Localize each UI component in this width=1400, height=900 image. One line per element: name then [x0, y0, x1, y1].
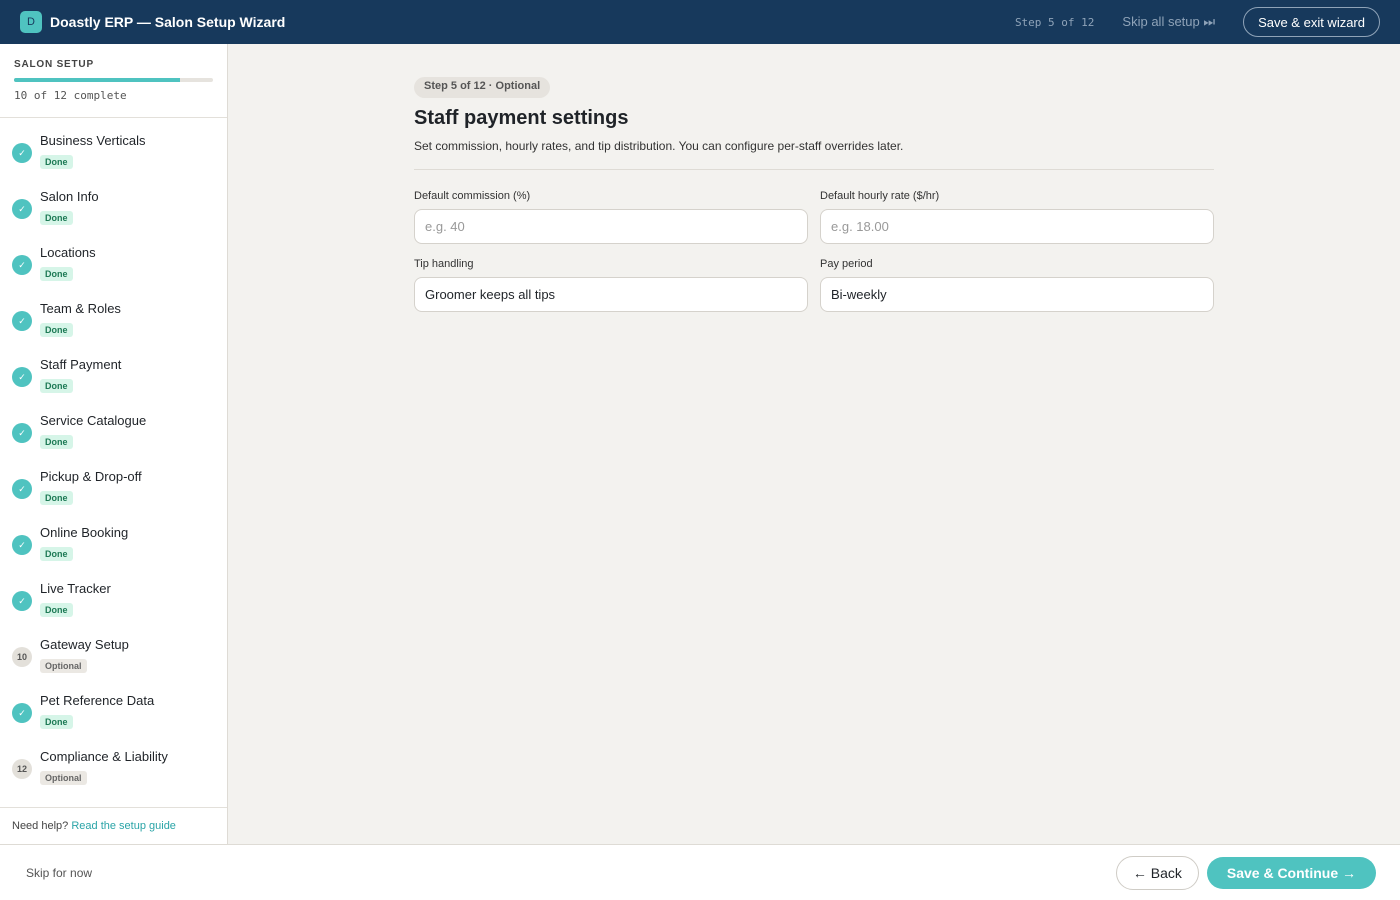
top-bar-actions: Step 5 of 12 Skip all setup ⏭ Save & exi…	[1015, 7, 1380, 37]
save-and-continue-button[interactable]: Save & Continue →	[1206, 856, 1376, 889]
step-status-badge: Optional	[40, 659, 87, 673]
skip-for-now-link[interactable]: Skip for now	[26, 866, 92, 880]
step-status-badge: Done	[40, 379, 73, 393]
sidebar-step-label: Staff Payment	[40, 357, 122, 372]
step-status-badge: Done	[40, 603, 73, 617]
sidebar-step-item[interactable]: ✓ Pet Reference Data Done	[0, 678, 227, 734]
checkmark-icon: ✓	[12, 143, 32, 163]
tip-handling-field-group: Tip handling Groomer keeps all tips	[414, 258, 808, 312]
top-bar: D Doastly ERP — Salon Setup Wizard Step …	[0, 0, 1400, 44]
step-status-badge: Done	[40, 715, 73, 729]
step-status-badge: Done	[40, 435, 73, 449]
pay-period-value: Bi-weekly	[831, 287, 887, 302]
sidebar-step-item[interactable]: ✓ Service Catalogue Done	[0, 398, 227, 454]
section-divider	[414, 169, 1214, 170]
help-text: Need help?	[12, 820, 69, 832]
sidebar-step-item[interactable]: ✓ Pickup & Drop-off Done	[0, 454, 227, 510]
tip-handling-select[interactable]: Groomer keeps all tips	[414, 277, 808, 312]
step-status-badge: Done	[40, 267, 73, 281]
hourly-rate-label: Default hourly rate ($/hr)	[820, 190, 940, 202]
step-status-badge: Done	[40, 155, 73, 169]
commission-field-group: Default commission (%)	[414, 190, 808, 244]
commission-input[interactable]	[414, 209, 808, 244]
step-status-badge: Done	[40, 491, 73, 505]
bottom-action-bar: Skip for now ← Back Save & Continue →	[0, 844, 1400, 900]
step-pill: Step 5 of 12 · Optional	[414, 77, 551, 98]
progress-bar-fill	[14, 78, 180, 82]
step-status-badge: Done	[40, 211, 73, 225]
pay-period-field-group: Pay period Bi-weekly	[820, 258, 1214, 312]
sidebar-step-item[interactable]: ✓ Business Verticals Done	[0, 118, 227, 174]
sidebar-step-item[interactable]: ✓ Online Booking Done	[0, 510, 227, 566]
pay-period-label: Pay period	[820, 258, 873, 270]
step-status-badge: Optional	[40, 771, 87, 785]
payment-form: Default commission (%) Default hourly ra…	[414, 190, 1214, 312]
sidebar-step-item[interactable]: 12 Compliance & Liability Optional	[0, 734, 227, 790]
checkmark-icon: ✓	[12, 423, 32, 443]
step-number-icon: 12	[12, 759, 32, 779]
setup-progress-bar	[14, 78, 213, 82]
skip-all-setup-link[interactable]: Skip all setup ⏭	[1122, 14, 1215, 30]
checkmark-icon: ✓	[12, 591, 32, 611]
sidebar-step-label: Gateway Setup	[40, 637, 129, 652]
checkmark-icon: ✓	[12, 703, 32, 723]
tip-handling-value: Groomer keeps all tips	[425, 287, 556, 302]
sidebar-header: SALON SETUP 10 of 12 complete	[0, 44, 227, 118]
sidebar-step-item[interactable]: ✓ Staff Payment Done	[0, 342, 227, 398]
hourly-rate-field-group: Default hourly rate ($/hr)	[820, 190, 1214, 244]
setup-steps-list: ✓ Business Verticals Done ✓ Salon Info Done ✓ L…	[0, 118, 227, 790]
sidebar-step-label: Pet Reference Data	[40, 693, 155, 708]
sidebar-step-label: Compliance & Liability	[40, 749, 168, 764]
navigation-buttons: ← Back Save & Continue →	[1115, 855, 1376, 890]
step-counter: Step 5 of 12	[1014, 15, 1095, 29]
step-status-badge: Done	[40, 547, 73, 561]
app-title: Doastly ERP — Salon Setup Wizard	[50, 14, 286, 30]
sidebar-step-item[interactable]: 10 Gateway Setup Optional	[0, 622, 227, 678]
checkmark-icon: ✓	[12, 479, 32, 499]
sidebar-step-label: Pickup & Drop-off	[40, 469, 142, 484]
sidebar-step-item[interactable]: ✓ Salon Info Done	[0, 174, 227, 230]
hourly-rate-input[interactable]	[820, 209, 1214, 244]
checkmark-icon: ✓	[12, 255, 32, 275]
checkmark-icon: ✓	[12, 311, 32, 331]
sidebar-step-label: Team & Roles	[40, 301, 121, 316]
setup-sidebar: SALON SETUP 10 of 12 complete ✓ Business …	[0, 44, 228, 844]
sidebar-step-label: Salon Info	[40, 189, 99, 204]
save-and-exit-button[interactable]: Save & exit wizard	[1243, 7, 1380, 37]
sidebar-help: Need help? Read the setup guide	[0, 807, 227, 844]
sidebar-title: SALON SETUP	[14, 59, 94, 70]
progress-text: 10 of 12 complete	[14, 89, 127, 102]
sidebar-step-label: Online Booking	[40, 525, 129, 540]
sidebar-step-label: Live Tracker	[40, 581, 111, 596]
checkmark-icon: ✓	[12, 199, 32, 219]
sidebar-step-label: Service Catalogue	[40, 413, 147, 428]
step-number-icon: 10	[12, 647, 32, 667]
checkmark-icon: ✓	[12, 535, 32, 555]
step-status-badge: Done	[40, 323, 73, 337]
back-button[interactable]: ← Back	[1115, 855, 1199, 890]
page-title: Staff payment settings	[414, 107, 629, 129]
sidebar-step-label: Business Verticals	[40, 133, 146, 148]
commission-label: Default commission (%)	[414, 190, 531, 202]
app-logo: D	[20, 11, 42, 33]
pay-period-select[interactable]: Bi-weekly	[820, 277, 1214, 312]
page-subtitle: Set commission, hourly rates, and tip di…	[414, 139, 904, 153]
sidebar-step-label: Locations	[40, 245, 96, 260]
sidebar-step-item[interactable]: ✓ Live Tracker Done	[0, 566, 227, 622]
main-content: Step 5 of 12 · Optional Staff payment se…	[414, 76, 1214, 312]
setup-guide-link[interactable]: Read the setup guide	[71, 820, 176, 832]
checkmark-icon: ✓	[12, 367, 32, 387]
tip-handling-label: Tip handling	[414, 258, 474, 270]
sidebar-step-item[interactable]: ✓ Team & Roles Done	[0, 286, 227, 342]
sidebar-step-item[interactable]: ✓ Locations Done	[0, 230, 227, 286]
